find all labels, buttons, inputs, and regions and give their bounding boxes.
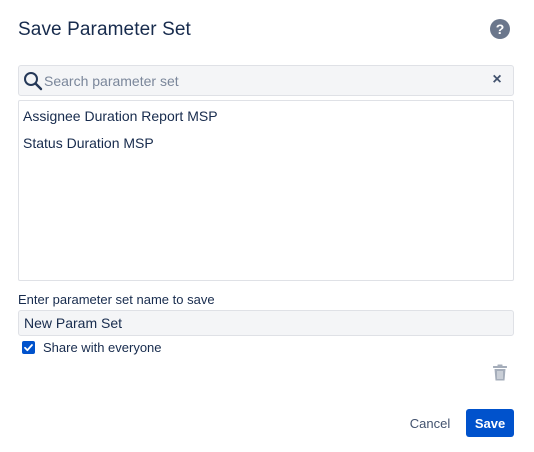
dialog-title: Save Parameter Set: [18, 19, 191, 40]
search-icon: [23, 71, 43, 91]
list-item[interactable]: Assignee Duration Report MSP: [19, 103, 513, 130]
name-field-label: Enter parameter set name to save: [18, 292, 215, 307]
help-icon[interactable]: ?: [490, 19, 510, 39]
search-input[interactable]: [44, 66, 484, 95]
parameter-set-list: Assignee Duration Report MSP Status Dura…: [18, 100, 514, 281]
share-checkbox[interactable]: [22, 341, 35, 354]
list-item[interactable]: Status Duration MSP: [19, 130, 513, 157]
trash-icon[interactable]: [492, 364, 508, 381]
cancel-button[interactable]: Cancel: [403, 409, 457, 437]
search-box: ×: [18, 65, 514, 96]
save-parameter-set-dialog: Save Parameter Set ? × Assignee Duration…: [0, 0, 534, 452]
checkmark-icon: [24, 344, 33, 352]
close-icon[interactable]: ×: [490, 72, 504, 88]
share-label: Share with everyone: [43, 340, 162, 355]
save-button[interactable]: Save: [466, 409, 514, 437]
name-field[interactable]: [18, 310, 514, 336]
